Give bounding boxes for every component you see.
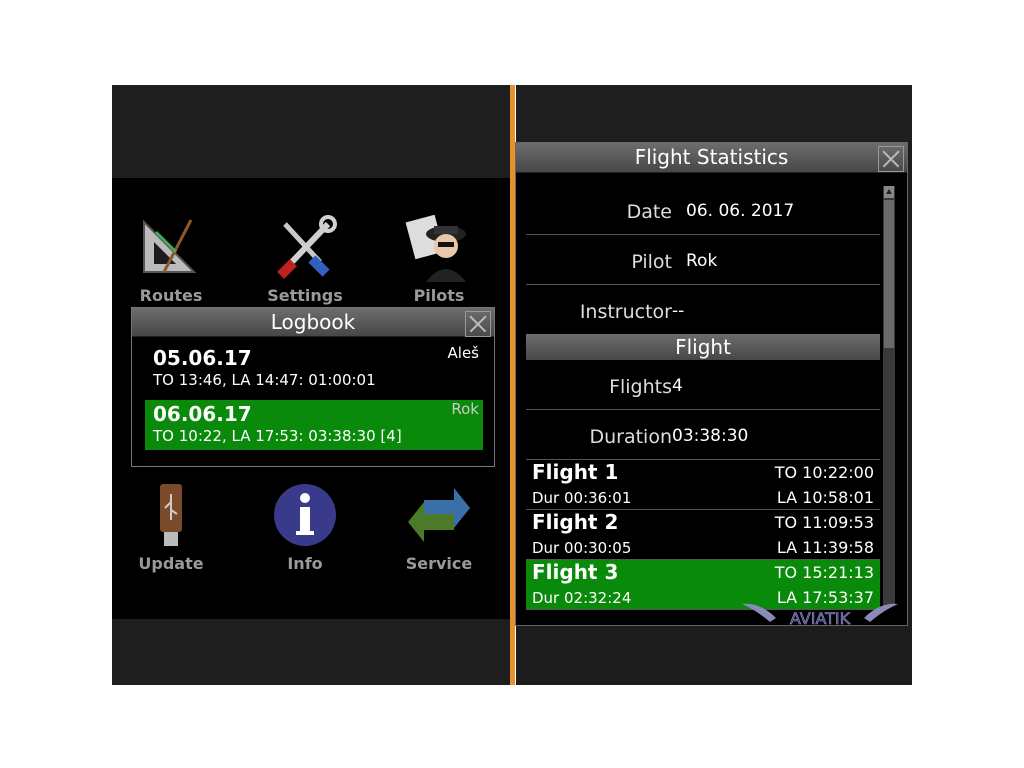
stats-scrollbar[interactable] [883,186,895,606]
routes-label: Routes [139,286,203,305]
flights-row: Flights 4 [526,360,880,410]
entry-pilot: Rok [451,400,479,418]
pilot-label: Pilot [631,251,672,273]
date-row: Date 06. 06. 2017 [526,185,880,235]
pilots-button[interactable]: Pilots [384,212,494,305]
flight-landing: LA 10:58:01 [776,488,874,507]
exchange-arrows-icon [408,488,470,542]
date-label: Date [626,201,672,223]
top-bar [516,85,912,142]
flight-takeoff: TO 11:09:53 [774,513,874,532]
logbook-title: Logbook [270,310,356,334]
instructor-label: Instructor [579,301,672,323]
logbook-entry-selected[interactable]: 06.06.17 Rok TO 10:22, LA 17:53: 03:38:3… [145,400,483,450]
service-button[interactable]: Service [384,480,494,573]
entry-times: TO 10:22, LA 17:53: 03:38:30 [4] [153,427,402,445]
info-label: Info [287,554,323,573]
scroll-thumb[interactable] [884,200,894,348]
scroll-up-icon[interactable] [884,186,894,198]
duration-label: Duration [589,426,672,448]
top-bar [112,85,511,178]
pilot-value: Rok [686,251,718,271]
bottom-bar [112,619,511,685]
entry-date: 05.06.17 [153,346,252,370]
stats-title-bar: Flight Statistics [516,143,907,173]
settings-label: Settings [267,286,343,305]
flight-row[interactable]: Flight 1 TO 10:22:00 Dur 00:36:01 LA 10:… [526,460,880,510]
flight-duration: Dur 00:30:05 [532,539,632,557]
logo-text: AVIATIK [790,609,851,628]
entry-date: 06.06.17 [153,402,252,426]
pilot-icon [405,214,466,282]
flight-statistics-dialog: Flight Statistics Date 06. 06. 2017 Pilo… [515,142,908,626]
service-label: Service [405,554,473,573]
flights-label: Flights [609,376,672,398]
logbook-entry[interactable]: 05.06.17 Aleš TO 13:46, LA 14:47: 01:00:… [145,344,483,394]
flight-duration: Dur 00:36:01 [532,489,632,507]
flight-section-header: Flight [526,334,880,360]
aviatik-logo: AVIATIK [742,603,898,628]
flight-duration: Dur 02:32:24 [532,589,632,607]
flight-takeoff: TO 15:21:13 [774,563,874,582]
usb-drive-icon [160,484,182,546]
duration-row: Duration 03:38:30 [526,410,880,460]
flight-takeoff: TO 10:22:00 [774,463,874,482]
stats-title: Flight Statistics [634,145,789,169]
settings-icon [277,215,337,279]
flights-value: 4 [672,376,683,396]
duration-value: 03:38:30 [672,426,749,446]
routes-button[interactable]: Routes [116,212,226,305]
instructor-value: -- [672,301,685,321]
flight-name: Flight 3 [532,560,619,584]
flight-row[interactable]: Flight 2 TO 11:09:53 Dur 00:30:05 LA 11:… [526,510,880,560]
date-value: 06. 06. 2017 [686,201,795,221]
entry-pilot: Aleš [447,344,479,362]
flight-name: Flight 1 [532,460,619,484]
pilot-row: Pilot Rok [526,235,880,285]
flight-landing: LA 11:39:58 [776,538,874,557]
logbook-dialog: Logbook 05.06.17 Aleš TO 13:46, LA 14:47… [131,307,495,467]
logbook-title-bar: Logbook [132,308,494,337]
routes-icon [143,219,197,273]
entry-times: TO 13:46, LA 14:47: 01:00:01 [153,371,376,389]
pilots-label: Pilots [413,286,465,305]
update-label: Update [138,554,204,573]
instructor-row: Instructor -- [526,285,880,335]
logbook-close-icon[interactable] [465,311,491,337]
flight-name: Flight 2 [532,510,619,534]
update-button[interactable]: Update [116,480,226,573]
info-icon [274,484,336,546]
settings-button[interactable]: Settings [250,212,360,305]
stats-close-icon[interactable] [878,146,904,172]
info-button[interactable]: Info [250,480,360,573]
